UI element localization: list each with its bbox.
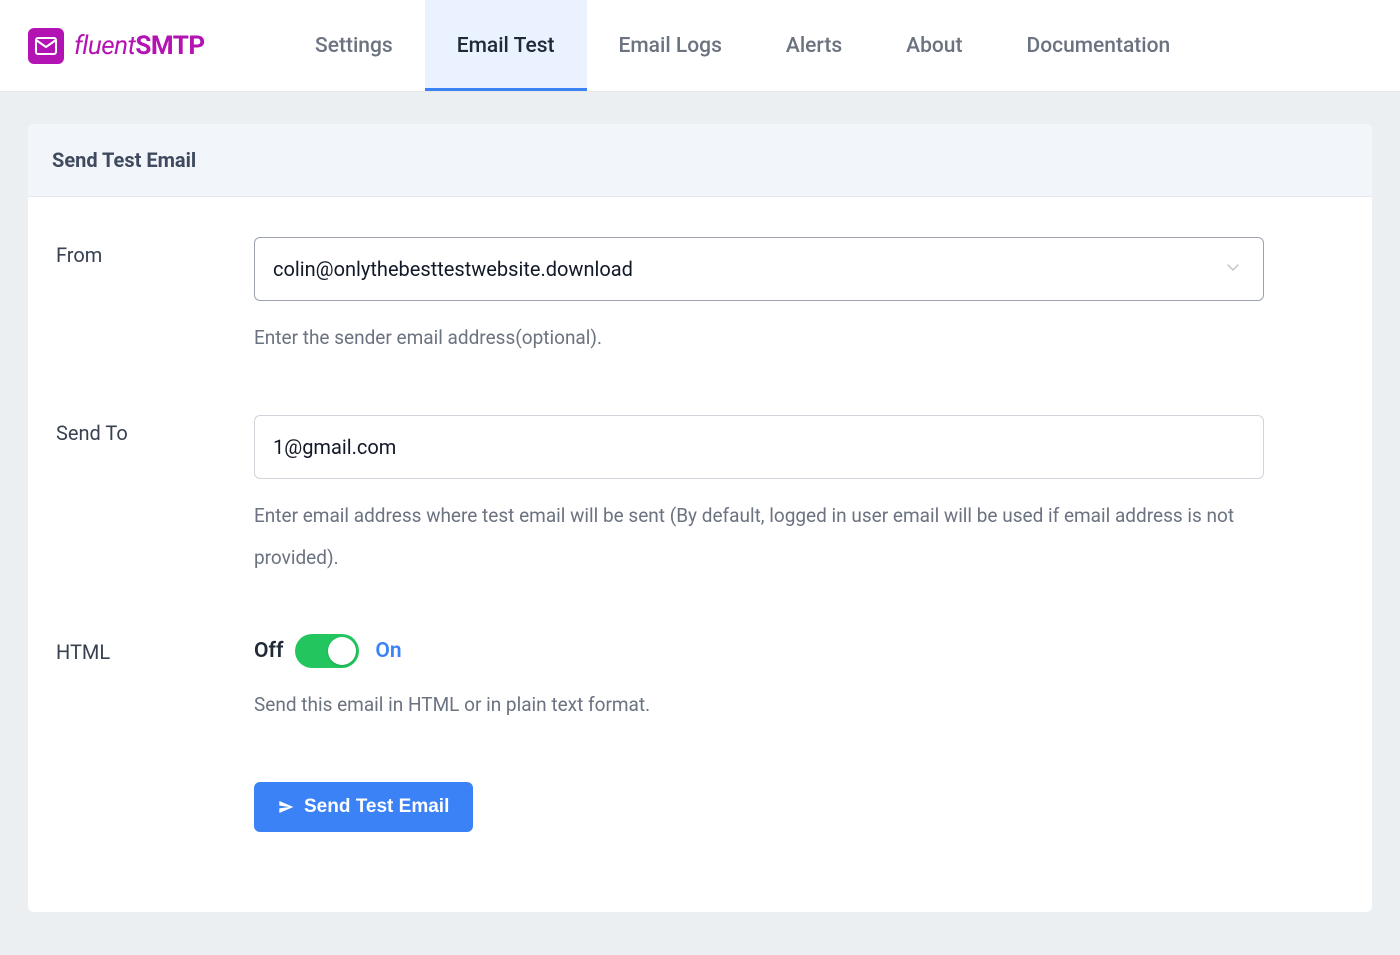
topbar: fluentSMTP Settings Email Test Email Log… (0, 0, 1400, 92)
panel-header: Send Test Email (28, 124, 1372, 197)
brand-logo-mark (28, 28, 64, 64)
submit-row: Send Test Email (254, 782, 1344, 832)
html-toggle-row: Off On (254, 634, 1264, 668)
tab-settings[interactable]: Settings (283, 0, 425, 91)
form-row-send-to: Send To Enter email address where test e… (56, 415, 1344, 579)
send-to-helper: Enter email address where test email wil… (254, 495, 1254, 579)
send-test-email-button[interactable]: Send Test Email (254, 782, 473, 832)
form-row-html: HTML Off On Send this email in HTML or i… (56, 634, 1344, 726)
brand-logo: fluentSMTP (28, 28, 283, 64)
send-test-email-button-label: Send Test Email (304, 796, 449, 818)
tab-email-test[interactable]: Email Test (425, 0, 587, 91)
html-toggle[interactable] (295, 634, 359, 668)
form-row-from: From colin@onlythebesttestwebsite.downlo… (56, 237, 1344, 359)
html-toggle-off-label: Off (254, 639, 283, 663)
brand-logo-text: fluentSMTP (74, 31, 205, 61)
panel-title: Send Test Email (52, 148, 1348, 172)
page: Send Test Email From colin@onlythebestte… (0, 92, 1400, 944)
tab-alerts[interactable]: Alerts (754, 0, 874, 91)
chevron-down-icon (1225, 259, 1241, 279)
paper-plane-icon (278, 799, 294, 815)
tab-email-logs[interactable]: Email Logs (587, 0, 754, 91)
send-test-email-panel: Send Test Email From colin@onlythebestte… (28, 124, 1372, 912)
from-select-value: colin@onlythebesttestwebsite.download (273, 257, 633, 281)
nav-tabs: Settings Email Test Email Logs Alerts Ab… (283, 0, 1202, 91)
panel-body: From colin@onlythebesttestwebsite.downlo… (28, 197, 1372, 912)
from-label: From (56, 243, 254, 267)
from-select[interactable]: colin@onlythebesttestwebsite.download (254, 237, 1264, 301)
send-to-label: Send To (56, 421, 254, 445)
html-helper: Send this email in HTML or in plain text… (254, 684, 1254, 726)
from-helper: Enter the sender email address(optional)… (254, 317, 1254, 359)
tab-documentation[interactable]: Documentation (994, 0, 1202, 91)
html-label: HTML (56, 640, 254, 664)
tab-about[interactable]: About (874, 0, 994, 91)
html-toggle-knob (328, 637, 356, 665)
send-to-input[interactable] (254, 415, 1264, 479)
envelope-icon (35, 37, 57, 55)
html-toggle-on-label: On (375, 639, 401, 663)
